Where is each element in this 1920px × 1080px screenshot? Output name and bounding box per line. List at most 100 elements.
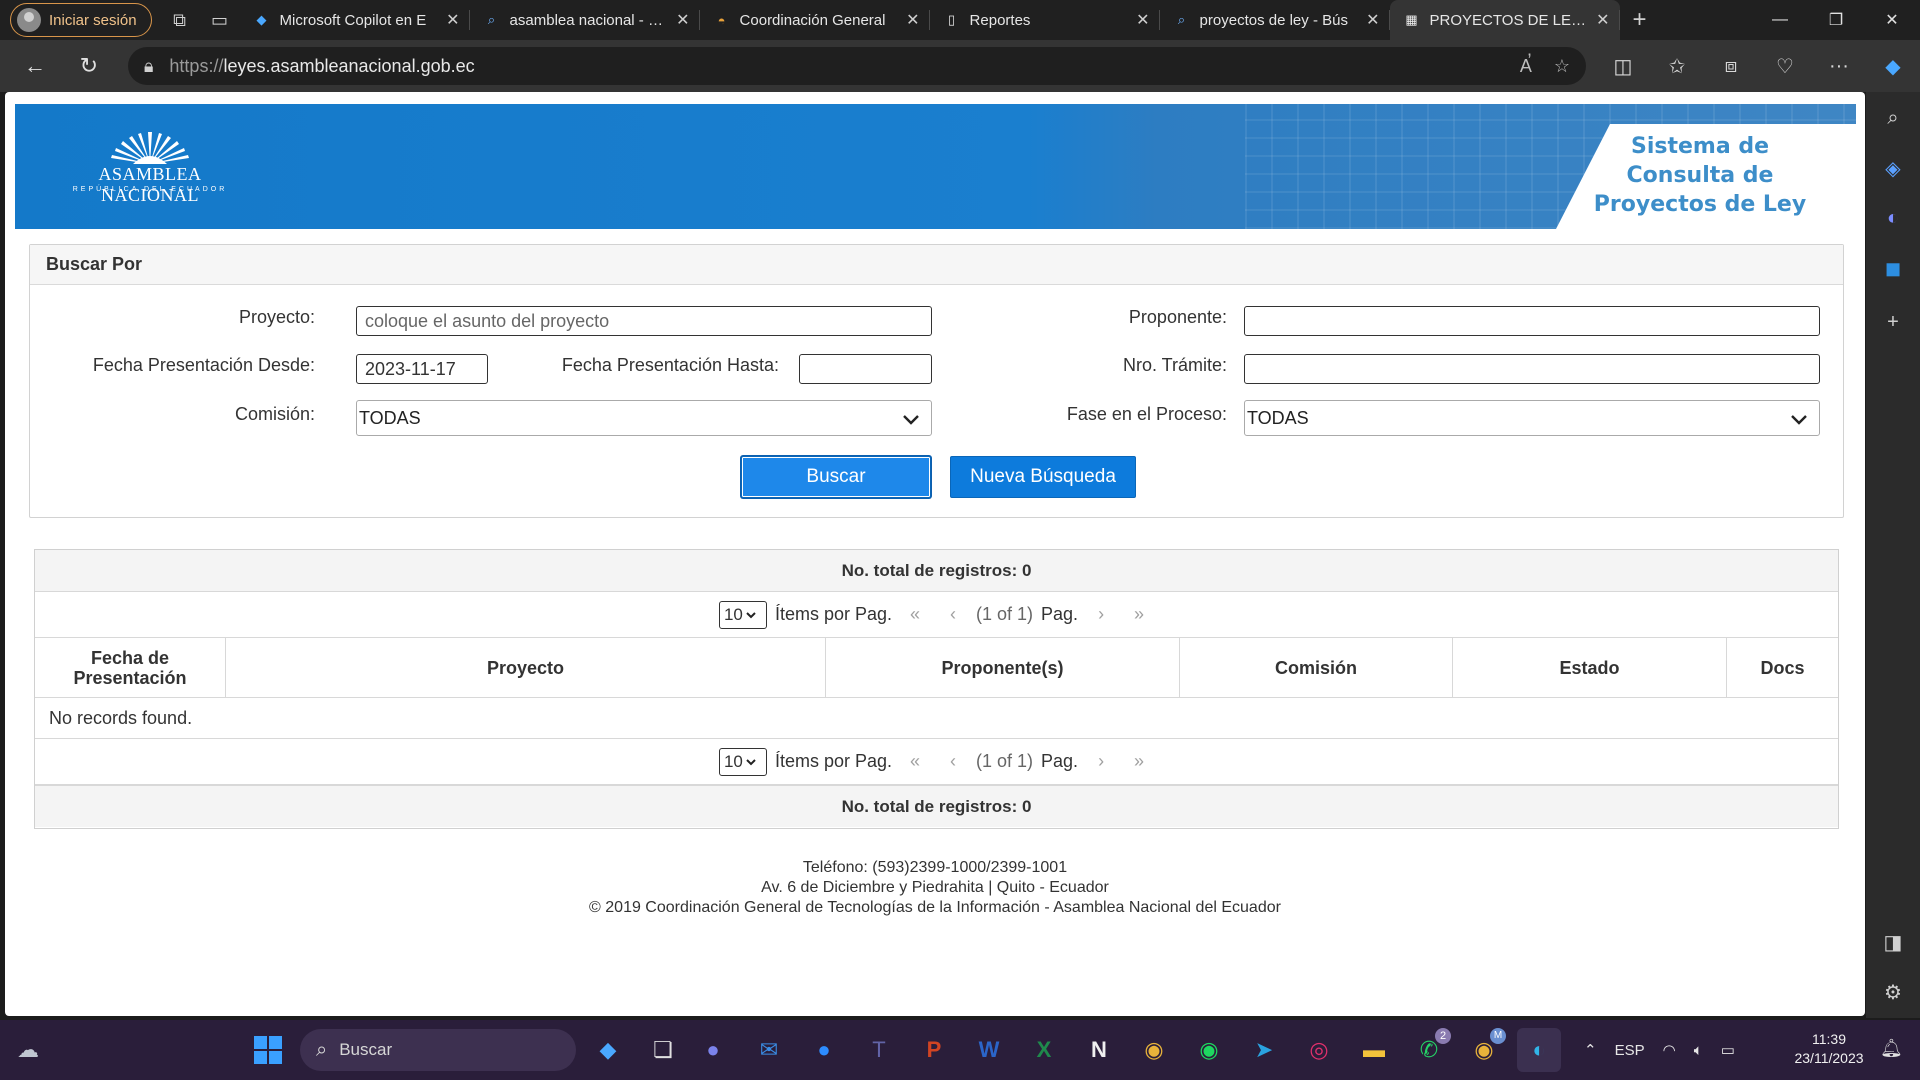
- first-page-icon[interactable]: «: [900, 751, 930, 772]
- spotify-icon[interactable]: ◉: [1187, 1028, 1231, 1072]
- fecha-hasta-input[interactable]: [799, 354, 932, 384]
- favorites-icon[interactable]: ✩: [1650, 40, 1704, 92]
- tab-reportes[interactable]: ▯ Reportes ✕: [930, 0, 1160, 40]
- proponente-input[interactable]: [1244, 306, 1820, 336]
- tramite-input[interactable]: [1244, 354, 1820, 384]
- last-page-icon[interactable]: »: [1124, 751, 1154, 772]
- tab-asamblea-search[interactable]: ⌕ asamblea nacional - Bu ✕: [470, 0, 700, 40]
- fase-select[interactable]: TODAS: [1244, 400, 1820, 436]
- last-page-icon[interactable]: »: [1124, 604, 1154, 625]
- profile-button[interactable]: Iniciar sesión: [10, 3, 152, 37]
- language-indicator[interactable]: ESP: [1615, 1042, 1645, 1059]
- tab-proyectos-de-ley[interactable]: ▦ PROYECTOS DE LEY - F ✕: [1389, 0, 1620, 40]
- read-aloud-icon[interactable]: A̕: [1520, 56, 1532, 77]
- comision-select[interactable]: TODAS: [356, 400, 932, 436]
- total-records: No. total de registros: 0: [35, 550, 1838, 592]
- close-icon[interactable]: ✕: [1136, 10, 1149, 30]
- outlook-icon[interactable]: ◼: [1866, 248, 1920, 288]
- prev-page-icon[interactable]: ‹: [938, 604, 968, 625]
- rows-per-page-value: 10: [723, 604, 743, 624]
- tab-actions-icon[interactable]: ▭: [200, 0, 240, 40]
- taskbar-search[interactable]: ⌕ Buscar: [300, 1029, 576, 1071]
- chevron-up-icon[interactable]: ⌃: [1584, 1041, 1597, 1059]
- split-screen-icon[interactable]: ◫: [1596, 40, 1650, 92]
- whatsapp-badge: 2: [1435, 1028, 1451, 1044]
- sidebar-toggle-icon[interactable]: ◨: [1866, 922, 1920, 962]
- tab-copilot[interactable]: ◆ Microsoft Copilot en E ✕: [240, 0, 470, 40]
- mail-icon[interactable]: ✉: [747, 1028, 791, 1072]
- new-tab-icon[interactable]: +: [1620, 0, 1660, 40]
- clock[interactable]: 11:39 23/11/2023: [1784, 1030, 1874, 1068]
- fecha-desde-input[interactable]: [356, 354, 488, 384]
- rows-per-page-select[interactable]: 10: [718, 600, 767, 629]
- nueva-busqueda-button[interactable]: Nueva Búsqueda: [950, 456, 1136, 498]
- tab-coordinacion[interactable]: ◓ Coordinación General ✕: [700, 0, 930, 40]
- lock-icon[interactable]: 🔒︎: [144, 56, 154, 77]
- pag-label: Pag.: [1041, 751, 1079, 771]
- shopping-tag-icon[interactable]: ◈: [1866, 148, 1920, 188]
- prev-page-icon[interactable]: ‹: [938, 751, 968, 772]
- performance-icon[interactable]: ♡: [1758, 40, 1812, 92]
- taskbar-search-label: Buscar: [339, 1040, 393, 1059]
- first-page-icon[interactable]: «: [900, 604, 930, 625]
- workspaces-icon[interactable]: ⧉: [160, 0, 200, 40]
- proyecto-input[interactable]: [356, 306, 932, 336]
- column-header-docs[interactable]: Docs: [1727, 638, 1838, 697]
- teams-icon[interactable]: T: [857, 1028, 901, 1072]
- excel-icon[interactable]: X: [1022, 1028, 1066, 1072]
- video-call-icon[interactable]: ●: [691, 1028, 735, 1072]
- volume-icon[interactable]: 🔈︎: [1694, 1042, 1703, 1059]
- more-icon[interactable]: ···: [1812, 40, 1866, 92]
- copilot-icon[interactable]: ◆: [1866, 40, 1920, 92]
- word-icon[interactable]: W: [967, 1028, 1011, 1072]
- minimize-icon[interactable]: —: [1752, 0, 1808, 40]
- favorite-star-icon[interactable]: ☆: [1554, 56, 1570, 77]
- title-line: Consulta de: [1626, 163, 1774, 188]
- chrome-icon[interactable]: ◉: [1132, 1028, 1176, 1072]
- next-page-icon[interactable]: ›: [1086, 751, 1116, 772]
- reload-icon[interactable]: ↻: [62, 40, 116, 92]
- close-icon[interactable]: ✕: [906, 10, 919, 30]
- collections-icon[interactable]: ⧈: [1704, 40, 1758, 92]
- edge-icon[interactable]: ◐: [1517, 1028, 1561, 1072]
- tab-proyectos-search[interactable]: ⌕ proyectos de ley - Bús ✕: [1160, 0, 1390, 40]
- maximize-icon[interactable]: ❐: [1808, 0, 1864, 40]
- rows-per-page-select[interactable]: 10: [718, 747, 767, 776]
- close-icon[interactable]: ✕: [1596, 10, 1609, 30]
- column-header-comision[interactable]: Comisión: [1180, 638, 1453, 697]
- column-header-proyecto[interactable]: Proyecto: [226, 638, 826, 697]
- close-icon[interactable]: ✕: [446, 10, 459, 30]
- battery-icon[interactable]: ▭: [1721, 1041, 1735, 1059]
- copilot-pre-icon[interactable]: ◆: [586, 1028, 630, 1072]
- close-icon[interactable]: ✕: [1366, 10, 1379, 30]
- instagram-icon[interactable]: ◎: [1297, 1028, 1341, 1072]
- buscar-button[interactable]: Buscar: [741, 456, 931, 498]
- start-icon[interactable]: [246, 1028, 290, 1072]
- back-icon[interactable]: ←: [8, 40, 62, 92]
- notification-bell-icon[interactable]: 🔔︎: [1880, 1038, 1903, 1059]
- notion-icon[interactable]: N: [1077, 1028, 1121, 1072]
- asamblea-logo[interactable]: ASAMBLEA NACIONAL REPÚBLICA DEL ECUADOR: [55, 118, 245, 208]
- settings-icon[interactable]: ⚙: [1866, 972, 1920, 1012]
- window-controls: — ❐ ✕: [1752, 0, 1920, 40]
- zoom-icon[interactable]: ●: [802, 1028, 846, 1072]
- games-icon[interactable]: ◐: [1866, 198, 1920, 238]
- powerpoint-icon[interactable]: P: [912, 1028, 956, 1072]
- weather-icon[interactable]: ☁: [6, 1028, 50, 1072]
- add-icon[interactable]: +: [1866, 302, 1920, 342]
- next-page-icon[interactable]: ›: [1086, 604, 1116, 625]
- results-table: No. total de registros: 0 10 Ítems por P…: [34, 549, 1839, 829]
- search-icon[interactable]: ⌕: [1866, 98, 1920, 138]
- address-bar[interactable]: 🔒︎ https://leyes.asambleanacional.gob.ec…: [127, 47, 1586, 85]
- task-view-icon[interactable]: ❏: [641, 1028, 685, 1072]
- column-header-fecha[interactable]: Fecha de Presentación: [35, 638, 226, 697]
- telegram-icon[interactable]: ➤: [1242, 1028, 1286, 1072]
- column-header-proponente[interactable]: Proponente(s): [826, 638, 1180, 697]
- rows-per-page-value: 10: [723, 751, 743, 771]
- wifi-icon[interactable]: ◠: [1663, 1041, 1676, 1059]
- column-header-estado[interactable]: Estado: [1453, 638, 1727, 697]
- close-icon[interactable]: ✕: [676, 10, 689, 30]
- file-explorer-icon[interactable]: ▬: [1352, 1028, 1396, 1072]
- chevron-down-icon: [1791, 415, 1807, 425]
- close-window-icon[interactable]: ✕: [1864, 0, 1920, 40]
